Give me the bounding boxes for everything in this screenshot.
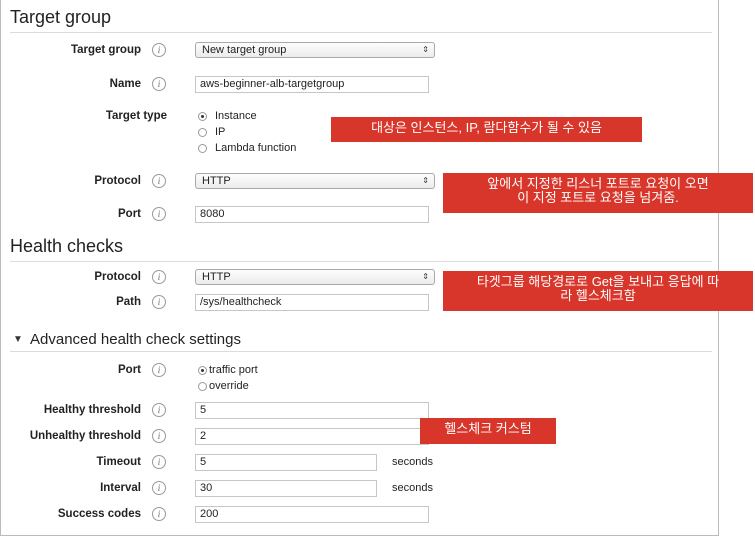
timeout-input[interactable]: 5 — [195, 454, 377, 471]
interval-label: Interval — [100, 482, 141, 494]
advanced-port-label: Port — [118, 364, 141, 376]
port-override-radio[interactable] — [198, 382, 207, 391]
path-input[interactable]: /sys/healthcheck — [195, 294, 429, 311]
divider — [10, 261, 712, 262]
target-group-select-value: New target group — [202, 44, 287, 56]
annotation-port: 앞에서 지정한 리스너 포트로 요청이 오면 이 지정 포트로 요청을 넘겨줌. — [443, 173, 753, 213]
annotation-port-line1: 앞에서 지정한 리스너 포트로 요청이 오면 — [487, 176, 709, 191]
target-type-instance-radio[interactable] — [198, 112, 207, 121]
healthy-threshold-input[interactable]: 5 — [195, 402, 429, 419]
health-protocol-select-value: HTTP — [202, 271, 231, 283]
target-group-label: Target group — [70, 44, 141, 56]
section-title-target-group: Target group — [10, 7, 112, 27]
annotation-path: 타겟그룹 해당경로로 Get을 보내고 응답에 따 라 헬스체크함 — [443, 271, 753, 311]
protocol-label: Protocol — [94, 175, 141, 187]
unhealthy-threshold-input[interactable]: 2 — [195, 428, 429, 445]
unhealthy-threshold-label: Unhealthy threshold — [29, 430, 141, 442]
protocol-select-value: HTTP — [202, 175, 231, 187]
annotation-target-type: 대상은 인스턴스, IP, 람다함수가 될 수 있음 — [331, 117, 642, 142]
interval-unit: seconds — [392, 482, 433, 494]
section-title-health-checks: Health checks — [10, 236, 124, 256]
form-panel: Target group Target group i New target g… — [0, 0, 719, 536]
info-icon[interactable]: i — [152, 403, 166, 417]
port-label: Port — [118, 208, 141, 220]
port-traffic-label: traffic port — [209, 364, 258, 376]
target-type-ip-radio[interactable] — [198, 128, 207, 137]
info-icon[interactable]: i — [152, 507, 166, 521]
info-icon[interactable]: i — [152, 295, 166, 309]
divider — [10, 32, 712, 33]
success-codes-input[interactable]: 200 — [195, 506, 429, 523]
target-type-ip-label: IP — [215, 126, 226, 138]
port-override-label: override — [209, 380, 249, 392]
protocol-select[interactable]: HTTP ⇕ — [195, 173, 435, 189]
timeout-unit: seconds — [392, 456, 433, 468]
port-traffic-radio[interactable] — [198, 366, 207, 375]
collapse-triangle-icon[interactable]: ▼ — [13, 334, 23, 345]
info-icon[interactable]: i — [152, 363, 166, 377]
annotation-path-line1: 타겟그룹 해당경로로 Get을 보내고 응답에 따 — [476, 274, 720, 289]
annotation-path-line2: 라 헬스체크함 — [560, 288, 636, 303]
target-type-lambda-radio[interactable] — [198, 144, 207, 153]
info-icon[interactable]: i — [152, 43, 166, 57]
annotation-custom: 헬스체크 커스텀 — [420, 418, 556, 444]
target-group-select[interactable]: New target group ⇕ — [195, 42, 435, 58]
timeout-label: Timeout — [96, 456, 141, 468]
target-type-label: Target type — [105, 110, 167, 122]
success-codes-label: Success codes — [57, 508, 141, 520]
name-input[interactable]: aws-beginner-alb-targetgroup — [195, 76, 429, 93]
select-arrows-icon: ⇕ — [422, 45, 429, 54]
info-icon[interactable]: i — [152, 174, 166, 188]
info-icon[interactable]: i — [152, 207, 166, 221]
path-label: Path — [116, 296, 141, 308]
target-type-instance-label: Instance — [215, 110, 257, 122]
name-label: Name — [109, 78, 141, 90]
health-protocol-label: Protocol — [94, 271, 141, 283]
select-arrows-icon: ⇕ — [422, 272, 429, 281]
divider — [10, 351, 712, 352]
info-icon[interactable]: i — [152, 270, 166, 284]
interval-input[interactable]: 30 — [195, 480, 377, 497]
target-type-lambda-label: Lambda function — [215, 142, 297, 154]
advanced-settings-toggle[interactable]: Advanced health check settings — [30, 331, 241, 348]
annotation-port-line2: 이 지정 포트로 요청을 넘겨줌. — [517, 190, 679, 205]
select-arrows-icon: ⇕ — [422, 176, 429, 185]
healthy-threshold-label: Healthy threshold — [43, 404, 141, 416]
health-protocol-select[interactable]: HTTP ⇕ — [195, 269, 435, 285]
info-icon[interactable]: i — [152, 455, 166, 469]
port-input[interactable]: 8080 — [195, 206, 429, 223]
info-icon[interactable]: i — [152, 77, 166, 91]
info-icon[interactable]: i — [152, 429, 166, 443]
info-icon[interactable]: i — [152, 481, 166, 495]
